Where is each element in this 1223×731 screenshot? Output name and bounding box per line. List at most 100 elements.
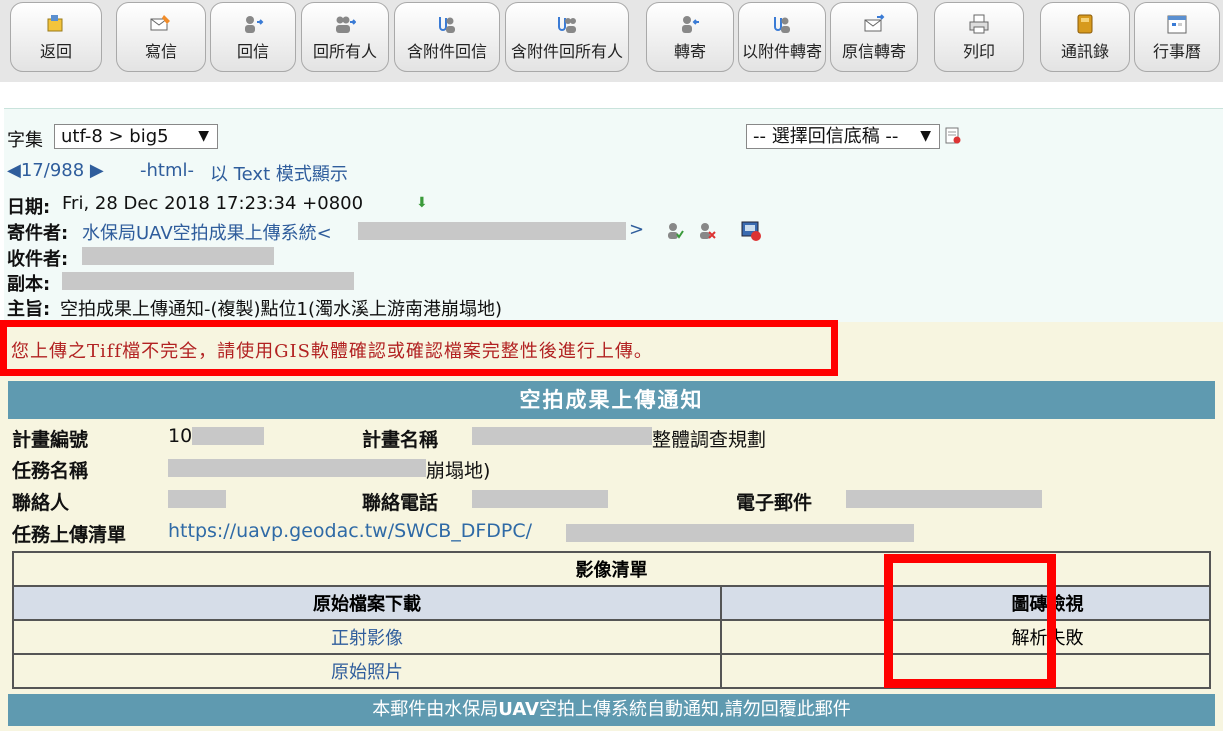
dropdown-caret-icon: ▼	[920, 128, 931, 144]
reply-button[interactable]: 回信	[210, 2, 296, 72]
reply-all-label: 回所有人	[312, 41, 377, 61]
message-position: 17/988	[20, 160, 85, 181]
charset-select[interactable]: utf-8 > big5 ▼	[54, 124, 218, 149]
footer-bold: UAV	[498, 699, 539, 720]
download-arrow-icon[interactable]: ⬇	[416, 195, 428, 211]
forward-original-label: 原信轉寄	[841, 41, 906, 61]
download-column-header: 原始檔案下載	[12, 585, 722, 621]
contact-redacted	[168, 490, 226, 508]
reply-template-value: -- 選擇回信底稿 --	[753, 126, 899, 147]
plan-name-label: 計畫名稱	[362, 429, 439, 451]
upload-error-alert: 您上傳之Tiff檔不完全，請使用GIS軟體確認或確認檔案完整性後進行上傳。	[0, 320, 838, 376]
table-cell	[720, 619, 886, 655]
plan-name-redacted	[472, 427, 652, 445]
forward-attachment-icon	[774, 16, 790, 33]
sender-email-redacted	[358, 222, 626, 240]
print-label: 列印	[962, 41, 995, 61]
charset-value: utf-8 > big5	[61, 126, 169, 147]
reply-attachment-icon	[439, 16, 455, 33]
email-label: 電子郵件	[736, 492, 813, 514]
contact-label: 聯絡人	[12, 492, 70, 514]
forward-button[interactable]: 轉寄	[646, 2, 734, 72]
footer-prefix: 本郵件由水保局	[372, 699, 499, 720]
print-button[interactable]: 列印	[934, 2, 1024, 72]
forward-label: 轉寄	[673, 41, 706, 61]
dropdown-caret-icon: ▼	[198, 128, 209, 144]
previous-message-icon[interactable]: ◀	[7, 160, 21, 181]
task-name-redacted	[168, 459, 426, 477]
notice-title: 空拍成果上傳通知	[8, 381, 1215, 419]
block-sender-icon[interactable]	[698, 222, 716, 240]
from-label: 寄件者:	[7, 223, 69, 244]
reply-with-attachment-label: 含附件回信	[406, 41, 487, 61]
forward-original-icon	[864, 13, 885, 31]
to-label: 收件者:	[7, 249, 69, 270]
phone-redacted	[472, 490, 608, 508]
next-message-icon[interactable]: ▶	[84, 160, 104, 181]
compose-icon	[150, 14, 170, 30]
auto-notice-footer: 本郵件由水保局UAV空拍上傳系統自動通知,請勿回覆此郵件	[8, 694, 1215, 726]
upload-list-redacted	[566, 524, 914, 542]
add-contact-icon[interactable]	[666, 222, 684, 240]
plan-number-value: 10	[168, 425, 193, 447]
mail-toolbar: 返回 寫信 回信 回所有人 含附件回信 含附件回所有人 轉寄 以附件轉寄 原信轉…	[0, 0, 1223, 82]
calendar-button[interactable]: 行事曆	[1134, 2, 1220, 72]
calendar-icon	[1167, 15, 1187, 33]
reply-with-attachment-button[interactable]: 含附件回信	[394, 2, 500, 72]
back-button[interactable]: 返回	[10, 2, 102, 72]
recipient-redacted	[82, 247, 274, 265]
reply-template-select[interactable]: -- 選擇回信底稿 -- ▼	[746, 124, 940, 149]
message-navigation: ◀17/988 ▶	[7, 160, 104, 181]
original-photos-link[interactable]: 原始照片	[12, 653, 722, 689]
date-value: Fri, 28 Dec 2018 17:23:34 +0800	[62, 193, 364, 214]
blank-column-header	[720, 585, 886, 621]
reply-all-with-attachment-label: 含附件回所有人	[510, 41, 623, 61]
reply-all-button[interactable]: 回所有人	[301, 2, 389, 72]
task-name-label: 任務名稱	[12, 460, 89, 482]
reply-icon	[245, 15, 264, 33]
html-mode-label: -html-	[140, 160, 194, 181]
subject-value: 空拍成果上傳通知-(複製)點位1(濁水溪上游南港崩塌地)	[60, 299, 503, 320]
upload-list-label: 任務上傳清單	[12, 524, 127, 546]
calendar-label: 行事曆	[1152, 41, 1201, 61]
spam-report-icon[interactable]	[740, 220, 762, 242]
orthophoto-link[interactable]: 正射影像	[12, 619, 722, 655]
task-name-value: 崩塌地)	[426, 460, 491, 482]
reply-all-with-attachment-button[interactable]: 含附件回所有人	[505, 2, 629, 72]
mail-viewer: 返回 寫信 回信 回所有人 含附件回信 含附件回所有人 轉寄 以附件轉寄 原信轉…	[0, 0, 1223, 731]
phone-label: 聯絡電話	[362, 492, 439, 514]
sender-name[interactable]: 水保局UAV空拍成果上傳系統<	[82, 219, 332, 245]
printer-icon	[969, 14, 989, 33]
reply-label: 回信	[236, 41, 269, 61]
edit-template-icon[interactable]	[944, 127, 962, 145]
cc-label: 副本:	[7, 274, 51, 295]
forward-icon	[682, 15, 699, 33]
charset-label: 字集	[7, 130, 43, 151]
sender-close: >	[629, 219, 645, 240]
date-label: 日期:	[7, 197, 51, 218]
text-mode-link[interactable]: 以 Text 模式顯示	[210, 160, 348, 186]
alert-message: 您上傳之Tiff檔不完全，請使用GIS軟體確認或確認檔案完整性後進行上傳。	[11, 341, 653, 362]
plan-number-redacted	[192, 427, 264, 445]
plan-number-label: 計畫編號	[12, 429, 89, 451]
footer-suffix: 空拍上傳系統自動通知,請勿回覆此郵件	[538, 699, 851, 720]
address-book-icon	[1077, 14, 1093, 33]
forward-original-button[interactable]: 原信轉寄	[830, 2, 918, 72]
table-cell	[720, 653, 886, 689]
back-icon	[47, 14, 63, 31]
plan-name-value: 整體調查規劃	[652, 429, 767, 451]
reply-all-attachment-icon	[558, 16, 576, 33]
mail-header: 字集 utf-8 > big5 ▼ -- 選擇回信底稿 -- ▼ ◀17/988…	[4, 108, 1223, 322]
forward-as-attachment-label: 以附件轉寄	[741, 41, 822, 61]
reply-all-icon	[336, 16, 356, 33]
compose-button[interactable]: 寫信	[116, 2, 206, 72]
back-label: 返回	[39, 41, 72, 61]
cc-redacted	[62, 272, 354, 290]
compose-label: 寫信	[144, 41, 177, 61]
address-book-button[interactable]: 通訊錄	[1040, 2, 1130, 72]
highlight-box	[884, 554, 1056, 688]
forward-as-attachment-button[interactable]: 以附件轉寄	[738, 2, 826, 72]
address-book-label: 通訊錄	[1060, 41, 1109, 61]
upload-list-link[interactable]: https://uavp.geodac.tw/SWCB_DFDPC/	[168, 520, 532, 542]
email-redacted	[846, 490, 1042, 508]
